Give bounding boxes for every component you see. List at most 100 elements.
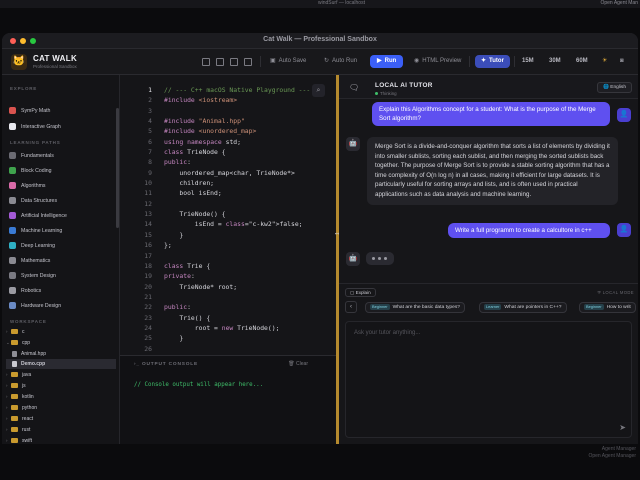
open-file-icon[interactable] [216,58,224,66]
code-line[interactable]: #include "Animal.hpp" [164,116,310,126]
brain-icon [9,182,16,190]
tree-folder-swift[interactable]: › swift [6,436,32,444]
timer-30m-button[interactable]: 30M [545,55,565,68]
folder-icon [11,372,18,378]
code-line[interactable]: class TrieNode { [164,147,310,157]
sidebar-item-deep-learning[interactable]: Deep Learning [9,241,55,251]
code-line[interactable] [164,344,310,354]
language-select[interactable]: 🌐 English [596,82,632,93]
code-line[interactable]: public: [164,302,310,312]
suggestion-chip[interactable]: Learner What are pointers in C++? [479,302,567,313]
auto-save-toggle[interactable]: ▣ Auto Save [266,55,310,68]
console-clear-button[interactable]: 🗑 Clear [288,361,308,367]
sidebar-item-fundamentals[interactable]: Fundamentals [9,151,54,161]
code-content[interactable]: // --- C++ macOS Native Playground --- #i… [164,85,310,355]
console-header-label: OUTPUT CONSOLE [142,362,198,367]
code-line[interactable] [164,199,310,209]
code-line[interactable]: root = new TrieNode(); [164,323,310,333]
suggestion-chip[interactable]: Beginner How to writ [579,302,636,313]
tutor-input-box: ➤ [345,321,632,438]
sidebar-item-robotics[interactable]: Robotics [9,286,41,296]
code-line[interactable]: unordered_map<char, TrieNode*> [164,168,310,178]
math-icon [9,257,16,265]
tree-folder-js[interactable]: › js [6,381,26,391]
line-number: 9 [148,168,152,177]
code-line[interactable]: }; [164,240,310,250]
code-line[interactable]: class Trie { [164,261,310,271]
code-line[interactable]: #include <iostream> [164,95,310,105]
code-line[interactable]: private: [164,271,310,281]
explain-chip[interactable]: ▢ Explain [345,288,376,297]
sidebar-item-label: Mathematics [21,258,51,264]
tutor-button[interactable]: ✦ Tutor [475,55,510,68]
export-icon[interactable] [244,58,252,66]
send-icon[interactable]: ➤ [619,423,626,432]
sidebar-item-data-structures[interactable]: Data Structures [9,196,57,206]
theme-sun-icon[interactable]: ☀ [598,55,611,68]
tree-file-demo-cpp[interactable]: Demo.cpp [6,359,116,369]
auto-run-toggle[interactable]: ↻ Auto Run [320,55,361,68]
sidebar-item-hardware-design[interactable]: Hardware Design [9,301,61,311]
book-icon [9,152,16,160]
tree-folder-cpp[interactable]: ⌄ cpp [6,338,30,348]
code-line[interactable]: children; [164,178,310,188]
save-file-icon[interactable] [230,58,238,66]
sidebar-item-artificial-intelligence[interactable]: Artificial Intelligence [9,211,67,221]
sidebar-item-sympy-math[interactable]: SymPy Math [9,106,50,116]
ai-avatar-icon: 🤖 [346,252,360,266]
code-line[interactable]: isEnd = class="c-kw2">false; [164,219,310,229]
tree-folder-rust[interactable]: › rust [6,425,30,435]
sidebar-item-block-coding[interactable]: Block Coding [9,166,52,176]
tutor-title: LOCAL AI TUTOR [375,82,433,89]
code-line[interactable] [164,292,310,302]
tree-file-animal-hpp[interactable]: Animal.hpp [12,349,46,359]
tutor-input[interactable] [346,322,631,437]
editor-search-icon[interactable]: ⌕ [312,84,325,97]
typing-dot [384,257,387,260]
run-button[interactable]: ▶ Run [370,55,404,68]
chat-message-user: Write a full programm to create a calcul… [448,223,610,239]
code-line[interactable]: } [164,230,310,240]
code-editor[interactable]: 1 2 3 4 5 6 7 8 9 10 11 12 13 14 15 16 17 18 19 20 21 22 23 24 2… [120,75,336,355]
line-number: 12 [144,199,152,208]
code-line[interactable]: TrieNode() { [164,209,310,219]
code-line[interactable]: using namespace std; [164,137,310,147]
code-line[interactable]: bool isEnd; [164,188,310,198]
folder-icon [11,394,18,400]
sidebar-item-mathematics[interactable]: Mathematics [9,256,50,266]
html-preview-button[interactable]: ◉ HTML Preview [410,55,465,68]
code-line[interactable]: public: [164,157,310,167]
camera-icon[interactable]: ◙ [616,55,628,68]
code-line[interactable]: #include <unordered_map> [164,126,310,136]
tree-item-label: js [22,383,26,389]
auto-run-label: Auto Run [332,58,358,64]
tree-folder-java[interactable]: › java [6,370,31,380]
tree-folder-react[interactable]: › react [6,414,33,424]
sidebar-item-label: Fundamentals [21,153,54,159]
code-line[interactable]: } [164,333,310,343]
sidebar-scrollbar[interactable] [116,108,119,228]
sidebar-item-algorithms[interactable]: Algorithms [9,181,46,191]
desktop-bottom-line: Open Agent Manager [588,453,636,459]
suggestion-chip[interactable]: Beginner What are the basic data types? [365,302,465,313]
sidebar-item-label: Algorithms [21,183,46,189]
sidebar-item-interactive-graph[interactable]: Interactive Graph [9,122,61,132]
code-line[interactable]: Trie() { [164,313,310,323]
line-number: 19 [144,272,152,281]
timer-60m-button[interactable]: 60M [572,55,592,68]
tree-folder-python[interactable]: › python [6,403,37,413]
sidebar-item-system-design[interactable]: System Design [9,271,56,281]
new-file-icon[interactable] [202,58,210,66]
chevron-left-icon[interactable]: ‹ [345,301,357,313]
code-line[interactable]: TrieNode* root; [164,282,310,292]
tree-folder-kotlin[interactable]: › kotlin [6,392,34,402]
timer-15m-button[interactable]: 15M [518,55,538,68]
sidebar-item-machine-learning[interactable]: Machine Learning [9,226,62,236]
line-number: 11 [144,189,152,198]
code-line[interactable] [164,106,310,116]
code-line[interactable] [164,251,310,261]
line-number: 21 [144,292,152,301]
code-line[interactable]: // --- C++ macOS Native Playground --- [164,85,310,95]
tree-folder-c[interactable]: › c [6,327,25,337]
line-number: 7 [148,148,152,157]
